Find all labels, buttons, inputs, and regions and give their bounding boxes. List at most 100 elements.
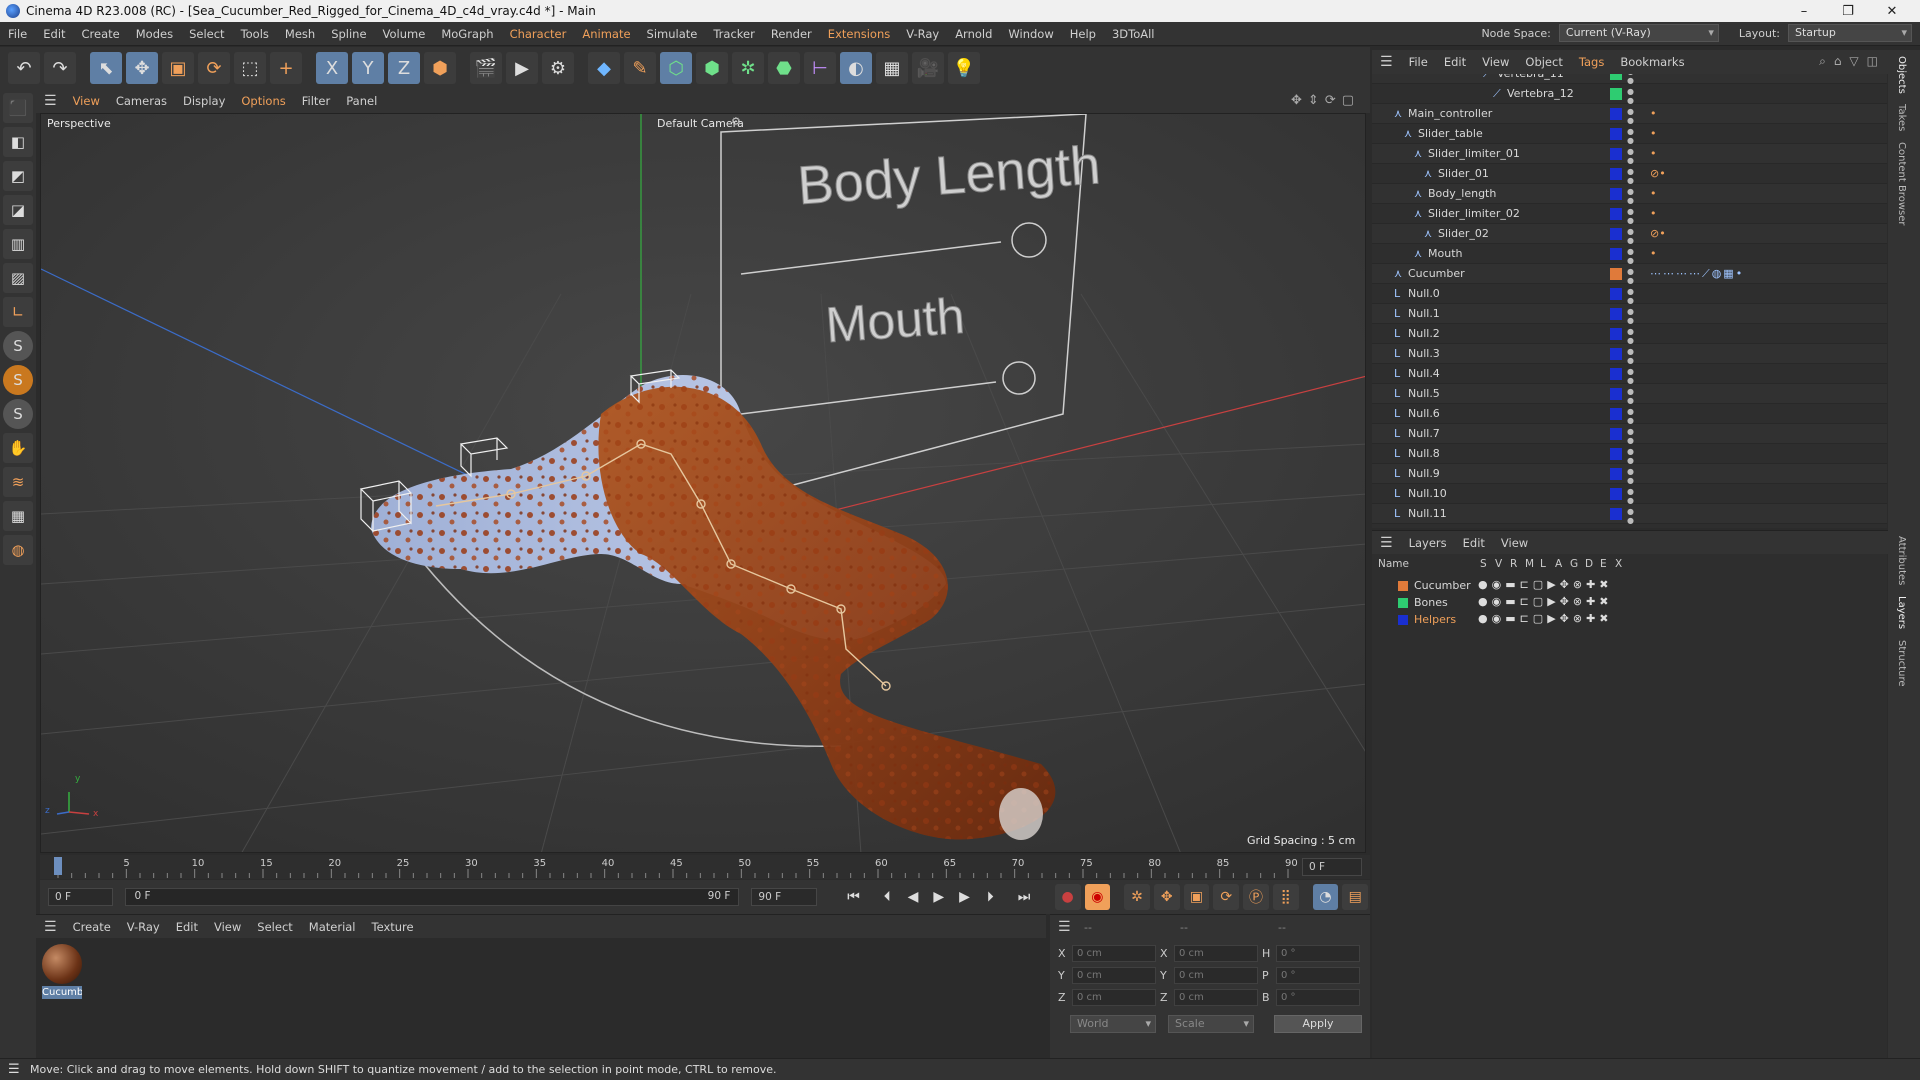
mograph-button[interactable]: ⬣	[768, 52, 800, 84]
object-row[interactable]: ⋏ Body_length ●● •	[1372, 184, 1887, 205]
tab-attributes[interactable]: Attributes	[1896, 536, 1907, 585]
om-hamburger-icon[interactable]: ☰	[1372, 54, 1401, 70]
move-tool-button[interactable]: ✥	[126, 52, 158, 84]
object-row[interactable]: L Null.6 ●●	[1372, 404, 1887, 425]
layers-menu-layers[interactable]: Layers	[1401, 536, 1455, 550]
layer-color-swatch[interactable]	[1398, 581, 1408, 591]
object-row[interactable]: ⋏ Slider_limiter_02 ●● •	[1372, 204, 1887, 225]
pos-y-field[interactable]: 0 cm	[1072, 967, 1156, 984]
object-manager-list[interactable]: ⟋Vertebra_11●●⟋Vertebra_12●●⋏Main_contro…	[1372, 74, 1887, 528]
object-row[interactable]: L Null.1 ●●	[1372, 304, 1887, 325]
layer-color-chip[interactable]	[1610, 308, 1622, 320]
visibility-dots-icon[interactable]: ●●	[1626, 107, 1635, 125]
visibility-dots-icon[interactable]: ●●	[1626, 207, 1635, 225]
undo-button[interactable]: ↶	[8, 52, 40, 84]
viewport-hamburger-icon[interactable]: ☰	[36, 93, 65, 109]
layer-color-chip[interactable]	[1610, 488, 1622, 500]
menu-select[interactable]: Select	[181, 27, 232, 41]
menu-render[interactable]: Render	[763, 27, 820, 41]
minimize-button[interactable]: –	[1782, 0, 1826, 22]
visibility-dots-icon[interactable]: ●●	[1626, 147, 1635, 165]
scale-tool-button[interactable]: ▣	[162, 52, 194, 84]
autokey-icon[interactable]: ◉	[1084, 884, 1111, 910]
coord-mode-world-dropdown[interactable]: World	[1070, 1015, 1156, 1033]
visibility-dots-icon[interactable]: ●●	[1626, 267, 1635, 285]
material-menu-select[interactable]: Select	[249, 920, 300, 934]
current-frame-field[interactable]: 0 F	[1302, 858, 1362, 876]
object-row[interactable]: L Null.9 ●●	[1372, 464, 1887, 485]
next-key-button[interactable]: ⏵	[977, 884, 1003, 910]
menu-spline[interactable]: Spline	[323, 27, 374, 41]
tab-content-browser[interactable]: Content Browser	[1896, 142, 1907, 225]
layer-color-chip[interactable]	[1610, 388, 1622, 400]
visibility-dots-icon[interactable]: ●●	[1626, 287, 1635, 305]
menu-file[interactable]: File	[0, 27, 35, 41]
render-settings-button[interactable]: ⚙	[542, 52, 574, 84]
om-search-filter-icons[interactable]: ⌕⌂▽◫	[1819, 54, 1886, 69]
layers-menu-edit[interactable]: Edit	[1455, 536, 1493, 550]
om-menu-file[interactable]: File	[1401, 55, 1436, 69]
material-menu-material[interactable]: Material	[301, 920, 364, 934]
cloner-button[interactable]: ✲	[732, 52, 764, 84]
layer-toggle-icons[interactable]: ●◉▬⊏▢▶✥⊗✚✖	[1478, 595, 1613, 608]
xpresso-tag-icon[interactable]: •	[1650, 127, 1657, 140]
z-axis-button[interactable]: Z	[388, 52, 420, 84]
xpresso-tag-icon[interactable]: •	[1650, 147, 1657, 160]
layer-color-chip[interactable]	[1610, 328, 1622, 340]
xpresso-tag-icon[interactable]: •	[1650, 207, 1657, 220]
viewport-menu-filter[interactable]: Filter	[294, 94, 338, 108]
y-axis-button[interactable]: Y	[352, 52, 384, 84]
extrude-button[interactable]: ⬢	[696, 52, 728, 84]
visibility-dots-icon[interactable]: ●●	[1626, 447, 1635, 465]
layer-color-chip[interactable]	[1610, 508, 1622, 520]
rot-h-field[interactable]: 0 °	[1276, 945, 1360, 962]
layer-toggle-icons[interactable]: ●◉▬⊏▢▶✥⊗✚✖	[1478, 612, 1613, 625]
points-mode-button[interactable]: ◪	[3, 195, 33, 225]
play-button[interactable]: ▶	[926, 884, 952, 910]
timeline-window-icon[interactable]: ▤	[1342, 884, 1369, 910]
viewport-menu-view[interactable]: View	[65, 94, 108, 108]
object-row[interactable]: L Null.11 ●●	[1372, 504, 1887, 525]
om-menu-edit[interactable]: Edit	[1436, 55, 1474, 69]
pos-z-field[interactable]: 0 cm	[1072, 989, 1156, 1006]
rot-p-field[interactable]: 0 °	[1276, 967, 1360, 984]
tab-structure[interactable]: Structure	[1896, 640, 1907, 687]
layer-color-chip[interactable]	[1610, 228, 1622, 240]
key-scale-icon[interactable]: ▣	[1183, 884, 1210, 910]
om-menu-object[interactable]: Object	[1517, 55, 1570, 69]
object-row[interactable]: ⋏ Slider_table ●● •	[1372, 124, 1887, 145]
light-button[interactable]: 💡	[948, 52, 980, 84]
menu-volume[interactable]: Volume	[375, 27, 434, 41]
visibility-dots-icon[interactable]: ●●	[1626, 247, 1635, 265]
timeline-ruler[interactable]: 051015202530354045505560657075808590 0 F	[40, 855, 1370, 879]
coordinate-system-button[interactable]: ⬢	[424, 52, 456, 84]
motion-system-icon[interactable]: ◔	[1312, 884, 1339, 910]
viewport-menu-display[interactable]: Display	[175, 94, 233, 108]
menu-character[interactable]: Character	[502, 27, 575, 41]
visibility-dots-icon[interactable]: ●●	[1626, 127, 1635, 145]
layers-menu-view[interactable]: View	[1493, 536, 1536, 550]
visibility-dots-icon[interactable]: ●●	[1626, 347, 1635, 365]
visibility-dots-icon[interactable]: ●●	[1626, 187, 1635, 205]
visibility-dots-icon[interactable]: ●●	[1626, 307, 1635, 325]
menu-create[interactable]: Create	[74, 27, 128, 41]
menu-3dtoall[interactable]: 3DToAll	[1104, 27, 1163, 41]
layers-hamburger-icon[interactable]: ☰	[1372, 535, 1401, 551]
layer-color-chip[interactable]	[1610, 128, 1622, 140]
object-row[interactable]: ⋏ Main_controller ●● •	[1372, 104, 1887, 125]
viewport-nav-icons[interactable]: ✥⇕⟳▢	[1291, 93, 1360, 108]
polygons-mode-button[interactable]: ▨	[3, 263, 33, 293]
layer-color-swatch[interactable]	[1398, 615, 1408, 625]
record-keys-icon[interactable]: ●	[1054, 884, 1081, 910]
object-row[interactable]: ⟋ Vertebra_12 ●●	[1372, 84, 1887, 105]
layer-color-chip[interactable]	[1610, 448, 1622, 460]
layer-color-chip[interactable]	[1610, 348, 1622, 360]
layer-row[interactable]: Bones ●◉▬⊏▢▶✥⊗✚✖	[1372, 595, 1887, 612]
snap-settings-button[interactable]: S	[3, 365, 33, 395]
size-x-field[interactable]: 0 cm	[1174, 945, 1258, 962]
material-menu-edit[interactable]: Edit	[168, 920, 206, 934]
edges-mode-button[interactable]: ▥	[3, 229, 33, 259]
material-menu-vray[interactable]: V-Ray	[119, 920, 168, 934]
pos-x-field[interactable]: 0 cm	[1072, 945, 1156, 962]
menu-modes[interactable]: Modes	[128, 27, 181, 41]
